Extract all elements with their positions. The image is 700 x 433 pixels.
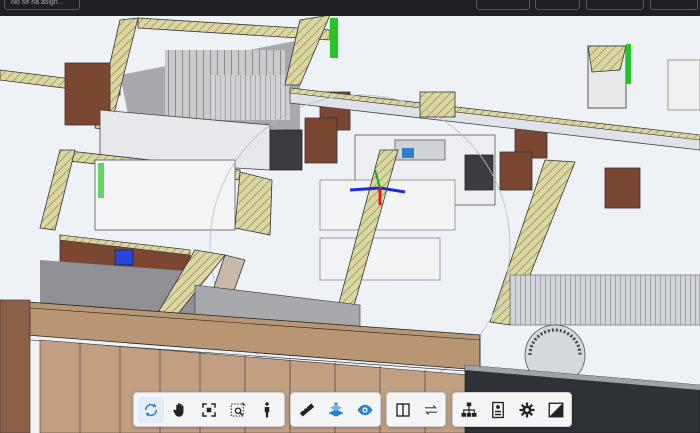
fit-view-button[interactable]	[196, 397, 222, 423]
top-button-4[interactable]	[650, 0, 698, 10]
fit-view-icon	[202, 403, 216, 417]
zoom-window-icon	[230, 401, 246, 417]
viewer-toolbar	[133, 392, 572, 427]
top-button-1[interactable]	[476, 0, 530, 10]
measure-ruler-icon	[299, 403, 315, 417]
properties-button[interactable]	[485, 397, 511, 423]
zoom-window-button[interactable]	[225, 397, 251, 423]
pan-hand-icon	[173, 403, 184, 417]
measure-button[interactable]	[294, 397, 320, 423]
section-plane-icon	[328, 401, 344, 417]
split-view-icon	[396, 403, 410, 417]
top-button-2[interactable]	[535, 0, 580, 10]
walk-button[interactable]	[254, 397, 280, 423]
fullscreen-icon	[548, 402, 564, 418]
walk-person-icon	[264, 402, 270, 418]
model-tree-icon	[461, 402, 477, 417]
swap-button[interactable]	[418, 397, 444, 423]
navigation-group	[133, 392, 285, 427]
fullscreen-button[interactable]	[543, 397, 569, 423]
orbit-icon	[144, 403, 158, 417]
top-bar: No se ha asign...	[0, 0, 700, 16]
swap-arrows-icon	[424, 405, 438, 415]
compare-group	[386, 392, 446, 427]
view-eye-icon	[357, 404, 373, 416]
properties-icon	[492, 401, 504, 419]
model-tree-button[interactable]	[456, 397, 482, 423]
green-marker	[330, 18, 338, 58]
orbit-button[interactable]	[138, 397, 164, 423]
bim-3d-viewport[interactable]	[0, 16, 700, 433]
settings-button[interactable]	[514, 397, 540, 423]
view-visibility-button[interactable]	[352, 397, 378, 423]
top-button-3[interactable]	[586, 0, 644, 10]
settings-gear-icon	[519, 402, 535, 418]
axis-gizmo[interactable]	[349, 186, 381, 192]
pan-button[interactable]	[167, 397, 193, 423]
tools-group	[290, 392, 381, 427]
model-group	[452, 392, 572, 427]
section-button[interactable]	[323, 397, 349, 423]
assignment-dropdown[interactable]: No se ha asign...	[4, 0, 80, 10]
split-view-button[interactable]	[390, 397, 416, 423]
